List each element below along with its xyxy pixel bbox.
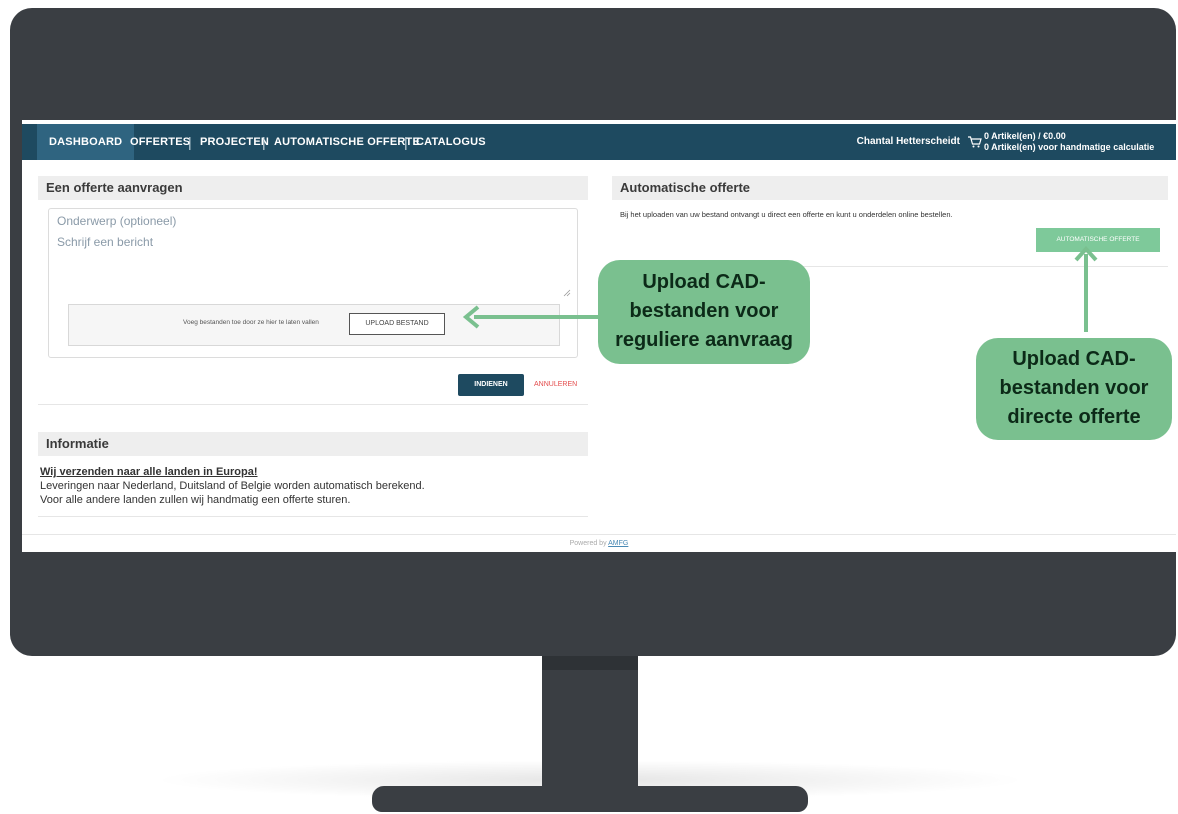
user-name[interactable]: Chantal Hetterscheidt <box>857 124 960 160</box>
subject-input[interactable]: Onderwerp (optioneel) <box>57 214 176 228</box>
cart-icon[interactable] <box>968 136 982 148</box>
monitor-stand-base <box>372 786 808 812</box>
footer-divider <box>22 534 1176 535</box>
cancel-button[interactable]: ANNULEREN <box>534 374 577 396</box>
nav-separator: | <box>188 134 192 150</box>
top-navbar: DASHBOARD OFFERTES | PROJECTEN | AUTOMAT… <box>22 124 1176 160</box>
info-headline: Wij verzenden naar alle landen in Europa… <box>40 466 258 478</box>
nav-offertes[interactable]: OFFERTES <box>130 124 190 160</box>
cart-summary[interactable]: 0 Artikel(en) / €0.00 <box>984 131 1168 141</box>
footer-powered-by: Powered by <box>569 540 607 547</box>
nav-catalogus[interactable]: CATALOGUS <box>416 124 486 160</box>
drop-zone-text: Voeg bestanden toe door ze hier te laten… <box>183 319 319 326</box>
resize-handle-icon[interactable] <box>563 289 571 297</box>
nav-separator: | <box>404 134 408 150</box>
arrow-up-icon <box>1074 246 1098 332</box>
nav-separator: | <box>262 134 266 150</box>
nav-automatische-offerte[interactable]: AUTOMATISCHE OFFERTE <box>274 124 420 160</box>
submit-button[interactable]: INDIENEN <box>458 374 524 396</box>
message-placeholder: Schrijf een bericht <box>57 235 154 249</box>
auto-panel-title: Automatische offerte <box>612 176 1168 200</box>
arrow-left-icon <box>462 305 602 329</box>
panel-divider <box>38 404 588 405</box>
auto-panel-description: Bij het uploaden van uw bestand ontvangt… <box>620 210 953 219</box>
monitor-stand-shade <box>542 656 638 670</box>
annotation-direct-quote: Upload CAD- bestanden voor directe offer… <box>976 338 1172 440</box>
nav-projecten[interactable]: PROJECTEN <box>200 124 269 160</box>
info-line-1: Leveringen naar Nederland, Duitsland of … <box>40 480 425 492</box>
panel-divider <box>38 516 588 517</box>
info-panel-title: Informatie <box>38 432 588 456</box>
footer-brand-link[interactable]: AMFG <box>608 540 628 547</box>
info-line-2: Voor alle andere landen zullen wij handm… <box>40 494 351 506</box>
monitor-stand-neck <box>542 656 638 788</box>
monitor-frame: DASHBOARD OFFERTES | PROJECTEN | AUTOMAT… <box>10 8 1176 656</box>
annotation-regular-request: Upload CAD- bestanden voor reguliere aan… <box>598 260 810 364</box>
nav-dashboard[interactable]: DASHBOARD <box>37 124 135 160</box>
upload-file-button[interactable]: UPLOAD BESTAND <box>349 313 445 335</box>
footer: Powered by AMFG <box>22 540 1176 547</box>
request-panel-title: Een offerte aanvragen <box>38 176 588 200</box>
cart-manual-summary[interactable]: 0 Artikel(en) voor handmatige calculatie <box>984 142 1168 152</box>
